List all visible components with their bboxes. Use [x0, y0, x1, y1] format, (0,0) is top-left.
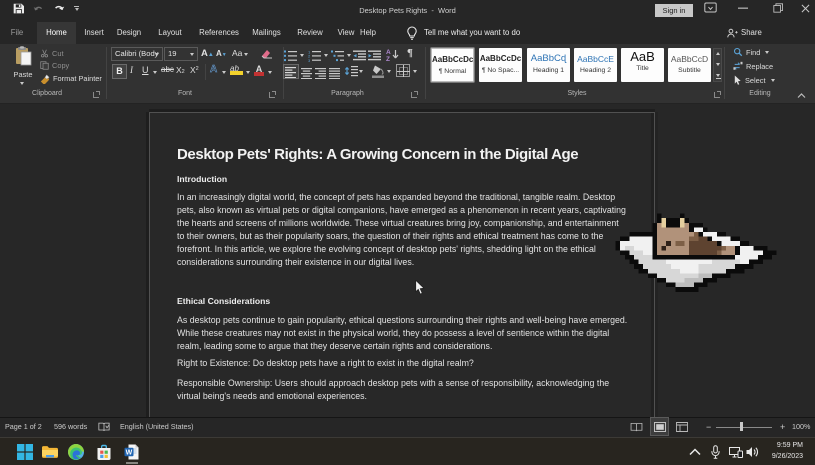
svg-text:A: A	[386, 49, 391, 56]
svg-text:W: W	[126, 449, 133, 456]
svg-text:3: 3	[308, 58, 311, 62]
svg-text:Z: Z	[386, 56, 390, 61]
